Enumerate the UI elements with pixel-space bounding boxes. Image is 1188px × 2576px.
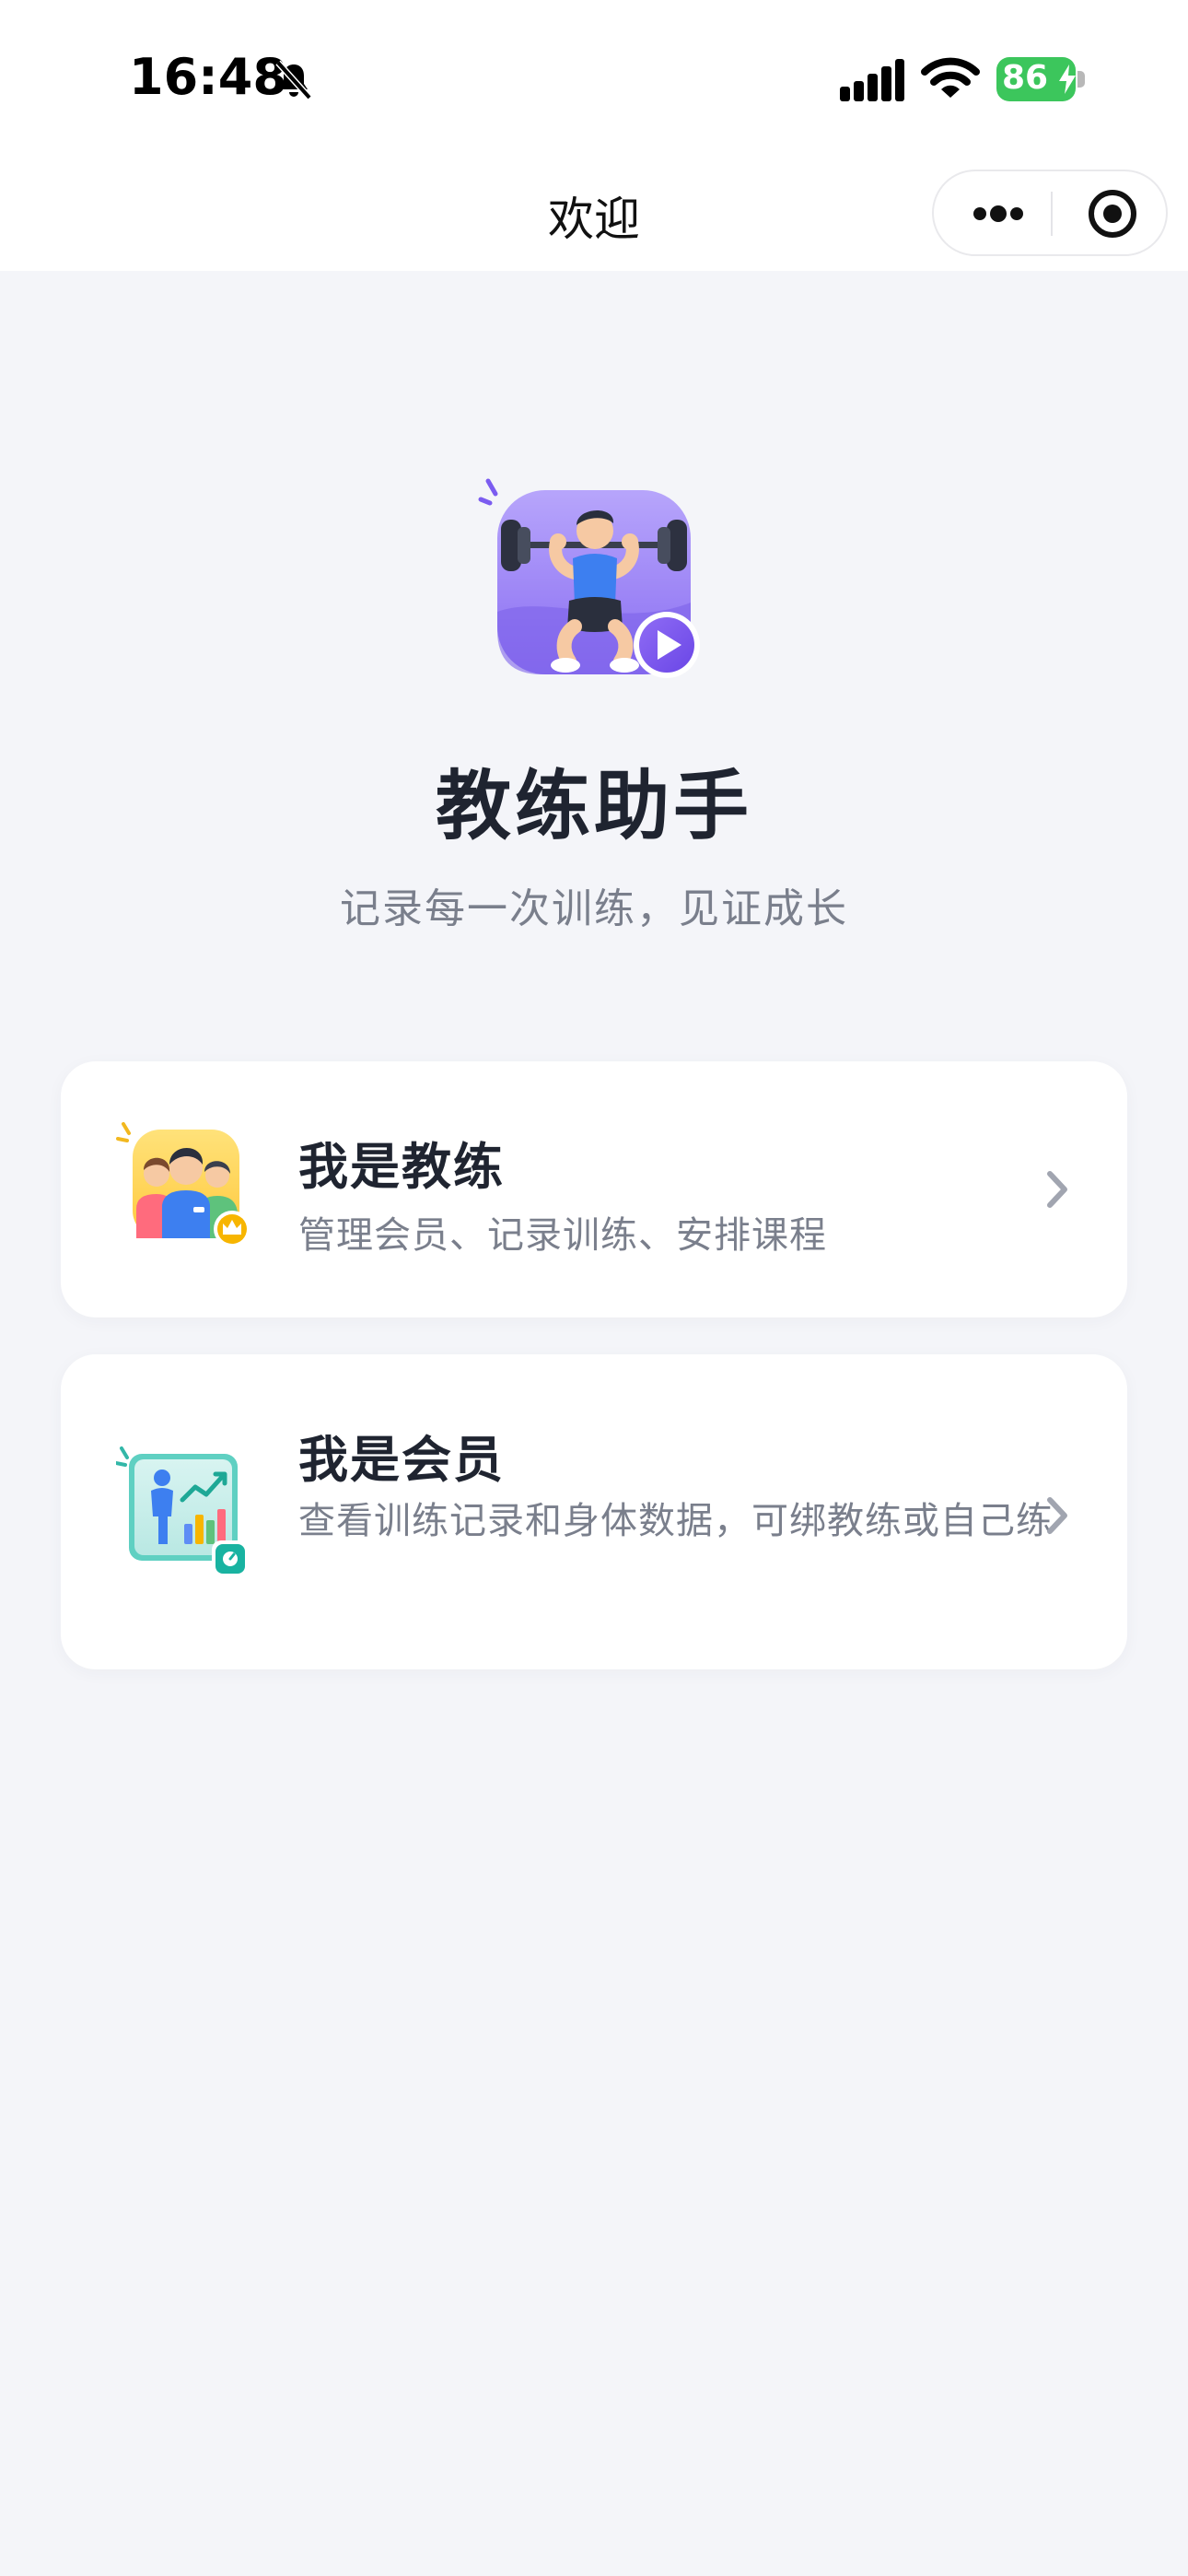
status-time: 16:48 xyxy=(129,48,287,106)
battery-level: 86 xyxy=(1002,59,1049,97)
member-role-title: 我是会员 xyxy=(298,1431,505,1489)
member-stats-icon xyxy=(116,1446,249,1577)
app-title: 教练助手 xyxy=(435,763,752,850)
capsule-divider xyxy=(1051,192,1053,236)
chevron-right-icon xyxy=(1047,1497,1067,1534)
coach-role-title: 我是教练 xyxy=(298,1138,505,1196)
battery-icon: 86 xyxy=(996,57,1085,101)
bell-off-icon xyxy=(275,60,312,100)
charging-bolt-icon xyxy=(1059,64,1076,94)
member-role-desc: 查看训练记录和身体数据，可绑教练或自己练 xyxy=(298,1500,1054,1542)
signal-icon xyxy=(840,59,904,101)
chevron-right-icon xyxy=(1047,1171,1067,1208)
mini-program-capsule xyxy=(932,170,1168,256)
app-subtitle: 记录每一次训练，见证成长 xyxy=(340,885,848,932)
wifi-icon xyxy=(921,57,980,98)
more-icon[interactable] xyxy=(952,186,1041,241)
coach-role-card[interactable]: 我是教练 管理会员、记录训练、安排课程 xyxy=(61,1061,1127,1317)
target-icon[interactable] xyxy=(1068,184,1157,243)
coach-group-icon xyxy=(116,1122,250,1247)
nav-bar: 欢迎 xyxy=(0,157,1188,271)
member-role-card[interactable]: 我是会员 查看训练记录和身体数据，可绑教练或自己练 xyxy=(61,1354,1127,1669)
status-bar: 16:48 86 xyxy=(0,0,1188,157)
coach-role-desc: 管理会员、记录训练、安排课程 xyxy=(298,1214,827,1257)
weightlifter-app-icon xyxy=(478,478,700,678)
